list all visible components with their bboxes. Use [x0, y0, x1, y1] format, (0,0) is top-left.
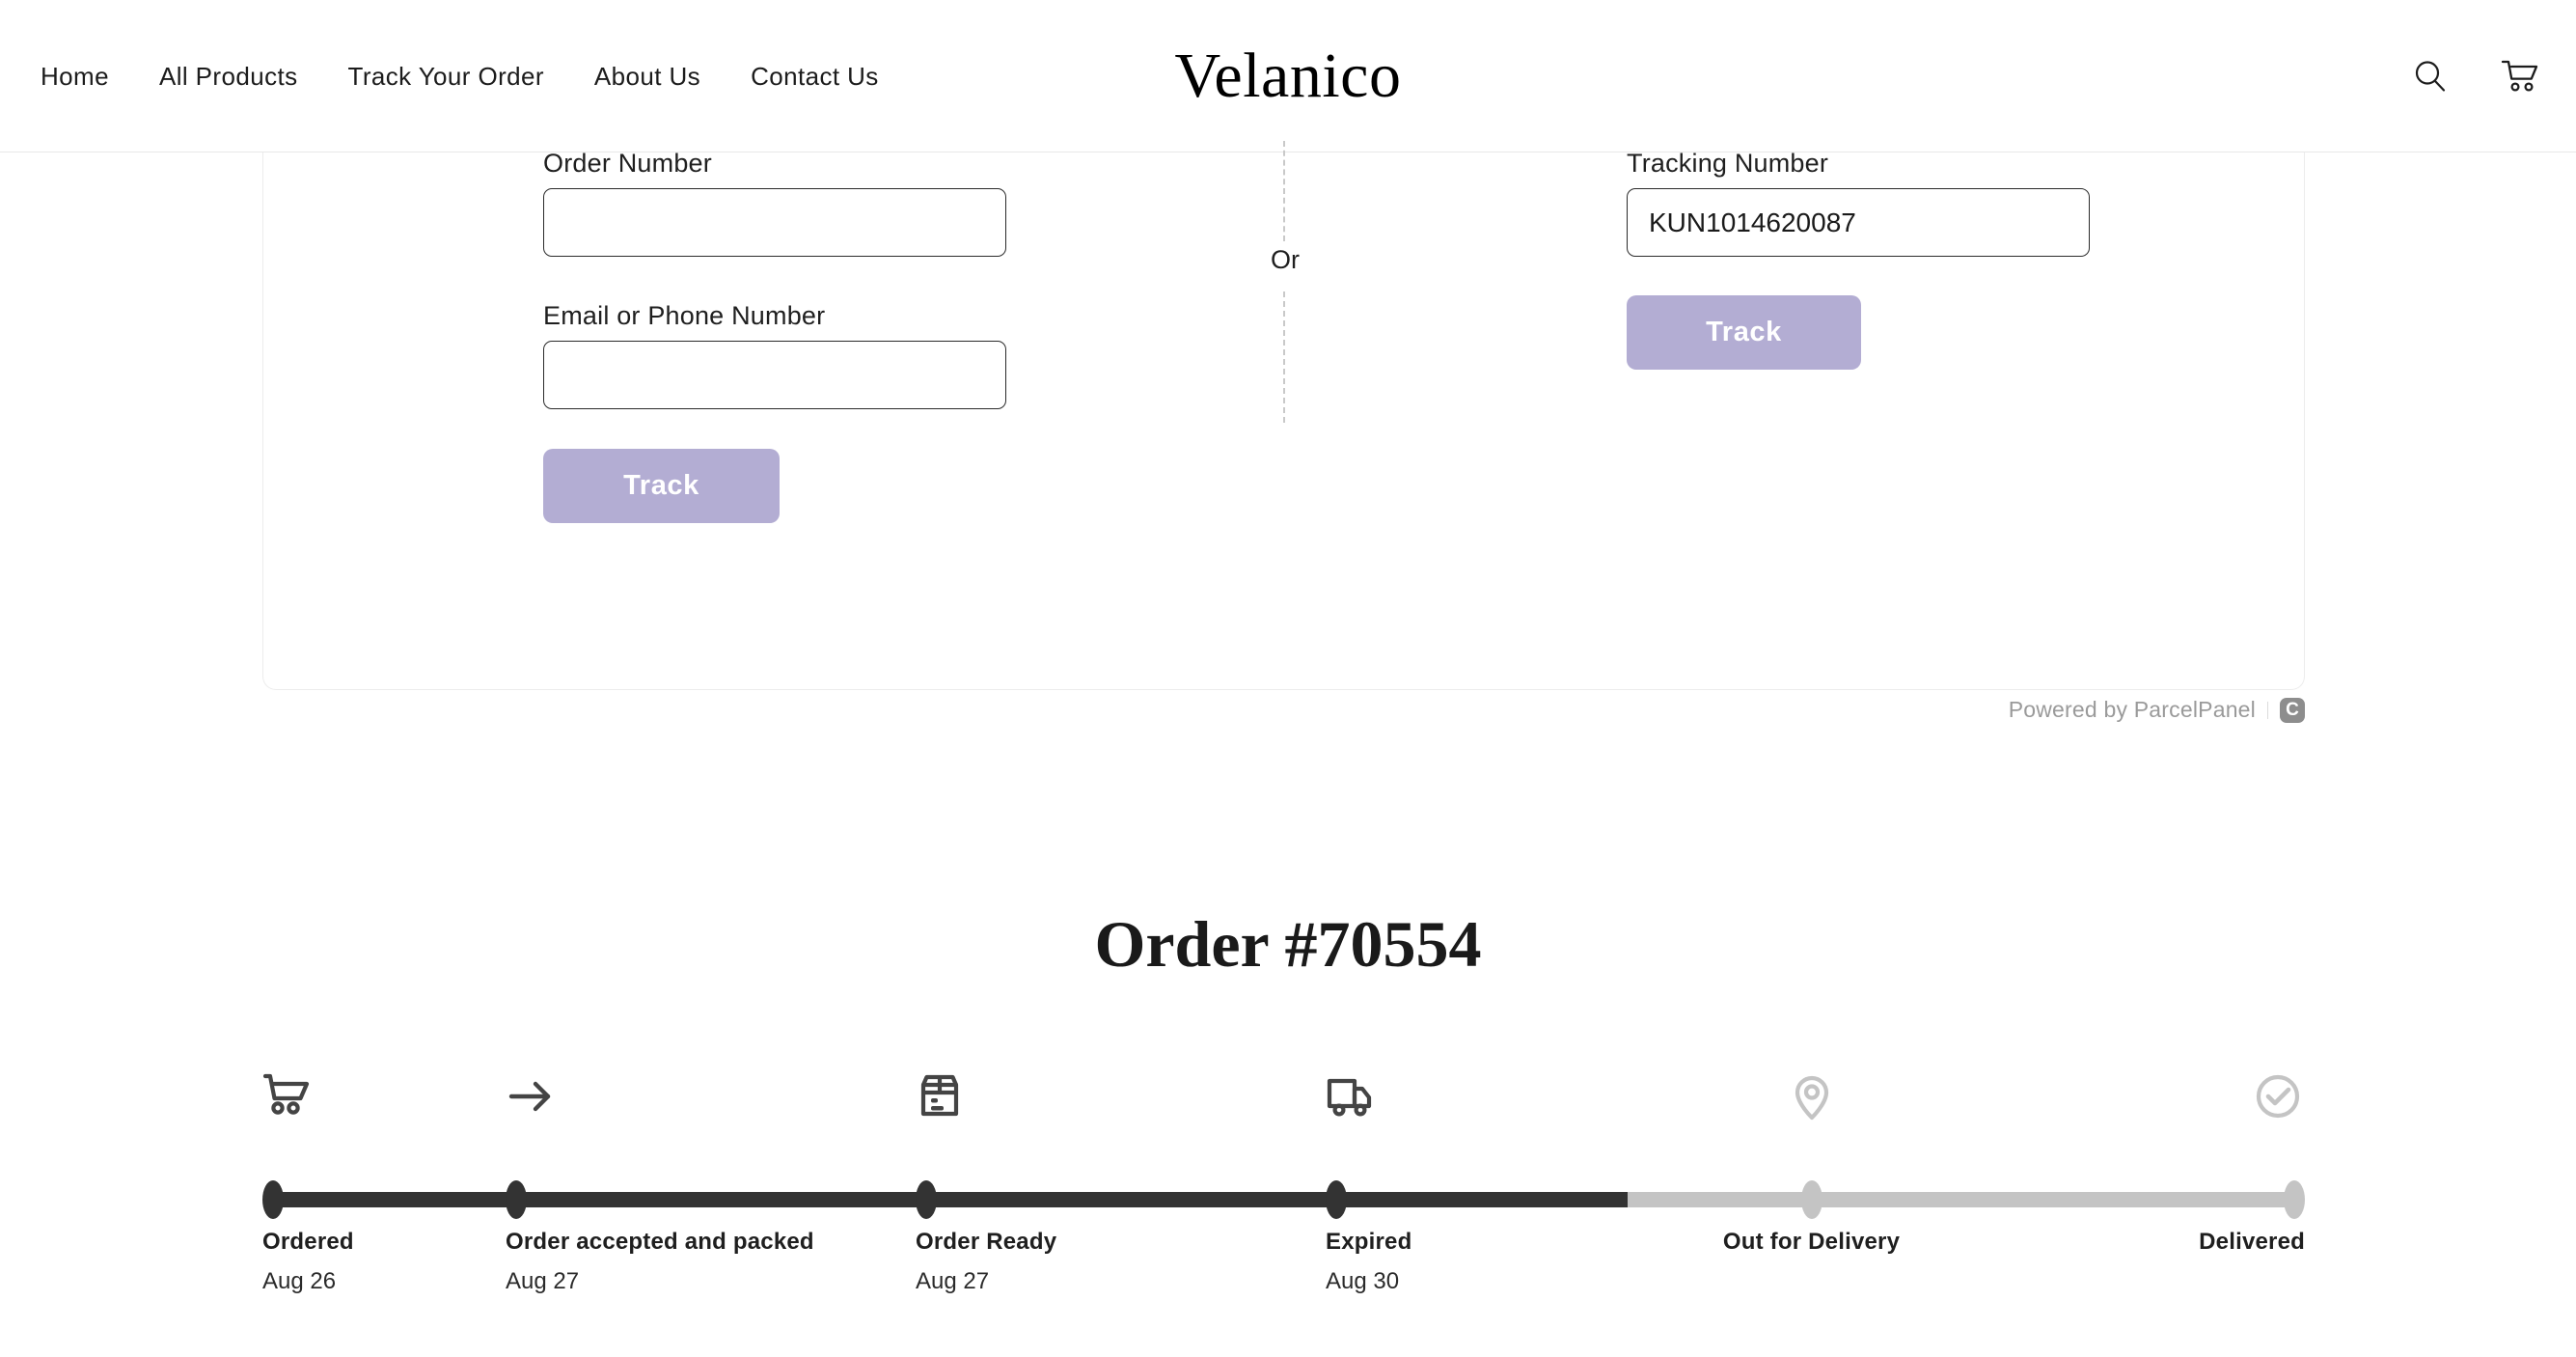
timeline-dot [1326, 1180, 1347, 1219]
tracking-track-button[interactable]: Track [1627, 295, 1861, 370]
timeline-step-date: Aug 30 [1326, 1268, 1400, 1294]
timeline-step-label: Order Ready [916, 1229, 1057, 1255]
timeline-step-label: Out for Delivery [1722, 1229, 1901, 1255]
cart-icon[interactable] [2501, 58, 2541, 95]
nav-item-home[interactable]: Home [41, 62, 109, 92]
delivery-truck-icon [1326, 1071, 1380, 1125]
search-icon[interactable] [2412, 58, 2449, 95]
timeline-step-date: Aug 27 [916, 1268, 990, 1294]
or-divider: Or [1264, 141, 1306, 423]
tracking-number-input[interactable] [1627, 188, 2090, 257]
timeline-step: Out for Delivery [1723, 1071, 1900, 1293]
page-title: Order #70554 [1094, 906, 1482, 981]
timeline-dot [916, 1180, 937, 1219]
timeline-dot [506, 1180, 527, 1219]
powered-by-separator [2267, 701, 2268, 719]
timeline-track [273, 1192, 2294, 1207]
timeline-step-date: Aug 26 [262, 1268, 337, 1294]
timeline-dot [1800, 1180, 1822, 1219]
timeline-step-label: Delivered [2199, 1229, 2305, 1255]
nav-item-about-us[interactable]: About Us [594, 62, 700, 92]
main-navigation: Home All Products Track Your Order About… [41, 0, 879, 152]
powered-by-bar: Powered by ParcelPanel C [262, 697, 2305, 723]
nav-item-contact-us[interactable]: Contact Us [751, 62, 879, 92]
brand-logo-text: Velanico [1174, 41, 1402, 111]
parcelpanel-logo-icon[interactable]: C [2280, 697, 2305, 723]
nav-item-all-products[interactable]: All Products [159, 62, 298, 92]
arrow-right-icon [506, 1071, 560, 1125]
order-number-input[interactable] [543, 188, 1006, 257]
divider-line-top [1283, 141, 1285, 241]
tracking-number-label: Tracking Number [1627, 149, 1829, 178]
site-header: Home All Products Track Your Order About… [0, 0, 2576, 152]
timeline-step-label: Expired [1326, 1229, 1412, 1255]
timeline-step: Delivered [2181, 1071, 2305, 1293]
timeline-progress-fill [273, 1192, 1628, 1207]
divider-line-bottom [1283, 291, 1285, 423]
shopping-cart-icon [262, 1071, 316, 1125]
header-actions [2412, 0, 2541, 152]
timeline-step-label: Order accepted and packed [506, 1229, 814, 1255]
order-tracking-card: Order Number Email or Phone Number Track… [262, 141, 2305, 690]
package-box-icon [916, 1071, 970, 1125]
timeline-dot [2284, 1180, 2305, 1219]
powered-by-label: Powered by ParcelPanel [2008, 697, 2256, 722]
divider-or-label: Or [1264, 245, 1306, 275]
email-or-phone-label: Email or Phone Number [543, 301, 826, 330]
order-number-label: Order Number [543, 149, 712, 178]
order-track-button[interactable]: Track [543, 449, 780, 523]
order-status-timeline: Ordered Aug 26 Order accepted and packed… [262, 1071, 2305, 1294]
timeline-step-date: Aug 27 [506, 1268, 580, 1294]
email-or-phone-input[interactable] [543, 341, 1006, 409]
nav-item-track-your-order[interactable]: Track Your Order [348, 62, 544, 92]
timeline-step-label: Ordered [262, 1229, 354, 1255]
map-pin-icon [1785, 1071, 1839, 1125]
timeline-dot [262, 1180, 284, 1219]
check-circle-icon [2251, 1071, 2305, 1125]
